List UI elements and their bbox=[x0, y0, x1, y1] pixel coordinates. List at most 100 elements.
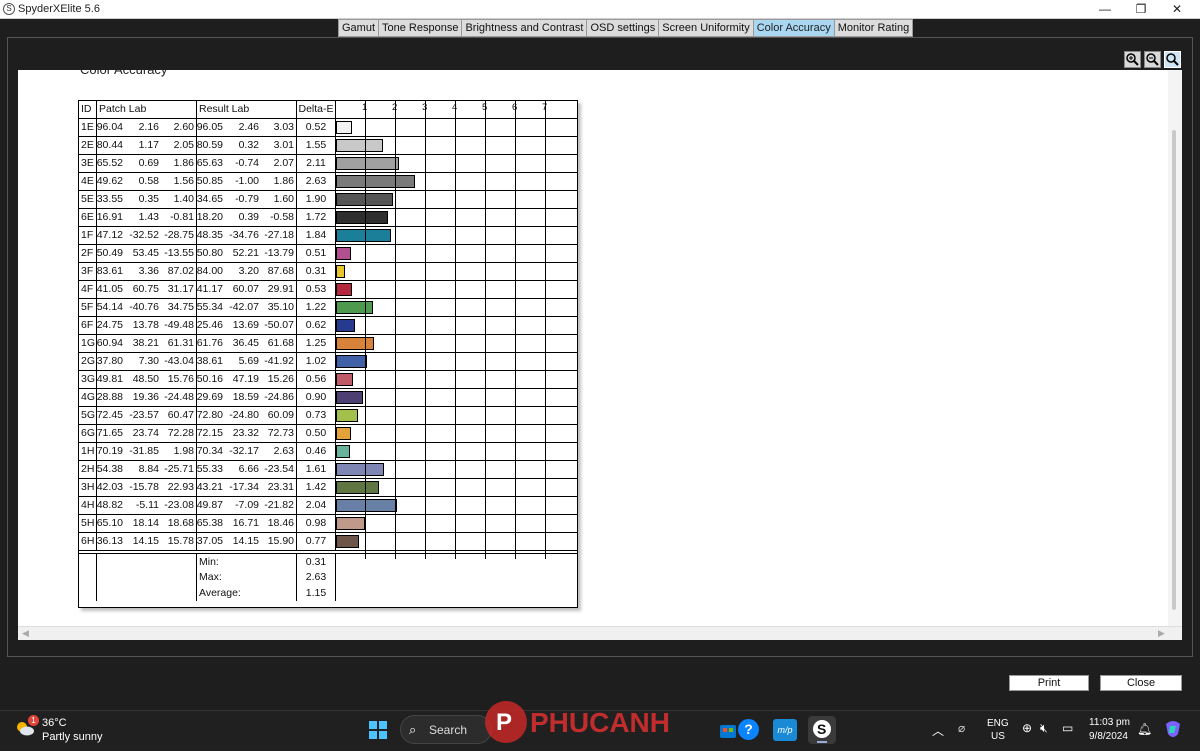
zoom-fit-icon[interactable] bbox=[1164, 51, 1181, 68]
result-lab-value: -23.54 bbox=[264, 463, 294, 475]
patch-id: 3H bbox=[79, 479, 97, 496]
vertical-scroll-thumb[interactable] bbox=[1172, 130, 1176, 610]
language-us[interactable]: US bbox=[991, 731, 1005, 742]
tab-tone-response[interactable]: Tone Response bbox=[379, 20, 463, 36]
summary-empty bbox=[79, 554, 97, 570]
result-lab-value: 72.73 bbox=[267, 427, 294, 439]
result-lab-cell: 72.15 23.32 72.73 bbox=[197, 425, 297, 442]
tab-color-accuracy[interactable]: Color Accuracy bbox=[753, 20, 835, 36]
clock-date[interactable]: 9/8/2024 bbox=[1089, 731, 1128, 742]
patch-lab-value: -49.48 bbox=[164, 319, 194, 331]
patch-id: 3F bbox=[79, 263, 97, 280]
chevron-up-icon[interactable]: ︿ bbox=[932, 722, 944, 739]
close-window-button[interactable]: ✕ bbox=[1159, 0, 1195, 19]
delta-e-bar bbox=[336, 445, 350, 458]
speaker-muted-icon[interactable]: 🔇︎ bbox=[1040, 721, 1048, 736]
clock-time[interactable]: 11:03 pm bbox=[1089, 717, 1130, 728]
spyder-taskbar-icon[interactable]: S bbox=[808, 716, 836, 744]
result-lab-value: -1.00 bbox=[235, 175, 259, 187]
result-lab-cell: 50.16 47.19 15.26 bbox=[197, 371, 297, 388]
delta-e-bar bbox=[336, 499, 398, 512]
vertical-scrollbar[interactable] bbox=[1168, 70, 1182, 626]
tab-brightness-contrast[interactable]: Brightness and Contrast bbox=[462, 20, 588, 36]
zoom-out-icon[interactable] bbox=[1144, 51, 1161, 68]
delta-e-bar bbox=[336, 391, 363, 404]
chart-gridline bbox=[365, 101, 366, 559]
svg-text:PHUCANH: PHUCANH bbox=[530, 707, 670, 738]
result-lab-value: 18.59 bbox=[232, 391, 259, 403]
patch-lab-cell: 33.55 0.35 1.40 bbox=[97, 191, 197, 208]
result-lab-value: 2.63 bbox=[273, 445, 294, 457]
patch-lab-value: -15.78 bbox=[129, 481, 159, 493]
weather-temp[interactable]: 36°C bbox=[42, 717, 67, 729]
patch-lab-value: 48.50 bbox=[132, 373, 159, 385]
weather-desc[interactable]: Partly sunny bbox=[42, 731, 103, 743]
tab-screen-uniformity[interactable]: Screen Uniformity bbox=[659, 20, 754, 36]
chart-gridline bbox=[395, 101, 396, 559]
patch-id: 6F bbox=[79, 317, 97, 334]
delta-e-bar bbox=[336, 175, 415, 188]
network-off-icon[interactable]: ⌀ bbox=[958, 721, 965, 735]
report-tabs: Gamut Tone Response Brightness and Contr… bbox=[338, 19, 914, 37]
result-lab-value: 6.66 bbox=[238, 463, 259, 475]
delta-e-value: 1.42 bbox=[297, 479, 336, 496]
chart-tick-label: 4 bbox=[452, 102, 458, 113]
patch-lab-cell: 16.91 1.43 -0.81 bbox=[97, 209, 197, 226]
copilot-icon[interactable] bbox=[1162, 718, 1184, 740]
close-button[interactable]: Close bbox=[1100, 675, 1182, 691]
result-lab-value: -0.79 bbox=[235, 193, 259, 205]
delta-e-bar bbox=[336, 535, 360, 548]
zoom-in-icon[interactable] bbox=[1124, 51, 1141, 68]
window-title: SpyderXElite 5.6 bbox=[18, 3, 100, 15]
result-lab-value: 3.03 bbox=[273, 121, 294, 133]
app-mhp-icon[interactable]: m/p bbox=[773, 719, 797, 741]
delta-e-bar bbox=[336, 301, 373, 314]
result-lab-value: -0.74 bbox=[235, 157, 259, 169]
result-lab-value: 23.32 bbox=[232, 427, 259, 439]
battery-icon[interactable]: ▭ bbox=[1062, 721, 1073, 735]
patch-lab-value: -5.11 bbox=[135, 499, 159, 511]
result-lab-value: 16.71 bbox=[232, 517, 259, 529]
chart-gridline bbox=[425, 101, 426, 559]
notification-bell-icon[interactable]: 🔔︎ bbox=[1137, 722, 1152, 736]
tab-osd-settings[interactable]: OSD settings bbox=[587, 20, 660, 36]
patch-lab-value: -23.57 bbox=[129, 409, 159, 421]
patch-id: 2H bbox=[79, 461, 97, 478]
chart-tick-label: 6 bbox=[512, 102, 518, 113]
restore-button[interactable]: ❐ bbox=[1123, 0, 1159, 19]
patch-lab-cell: 72.45 -23.57 60.47 bbox=[97, 407, 197, 424]
search-icon: ⌕ bbox=[409, 722, 417, 737]
patch-id: 2G bbox=[79, 353, 97, 370]
patch-lab-value: -43.04 bbox=[164, 355, 194, 367]
patch-lab-value: 0.58 bbox=[138, 175, 159, 187]
patch-lab-value: -31.85 bbox=[129, 445, 159, 457]
scroll-right-icon[interactable]: ▶ bbox=[1158, 628, 1165, 639]
patch-id: 4E bbox=[79, 173, 97, 190]
language-eng[interactable]: ENG bbox=[987, 718, 1009, 729]
wifi-globe-icon[interactable]: ⊕ bbox=[1022, 721, 1032, 735]
delta-e-bar bbox=[336, 319, 355, 332]
minimize-button[interactable]: — bbox=[1087, 0, 1123, 19]
header-delta-e: Delta-E bbox=[297, 101, 336, 118]
store-icon[interactable] bbox=[718, 720, 738, 740]
patch-id: 4H bbox=[79, 497, 97, 514]
result-lab-value: 0.39 bbox=[238, 211, 259, 223]
patch-lab-value: -13.55 bbox=[164, 247, 194, 259]
patch-lab-value: 2.16 bbox=[138, 121, 159, 133]
tab-gamut[interactable]: Gamut bbox=[339, 20, 380, 36]
scroll-left-icon[interactable]: ◀ bbox=[22, 628, 29, 639]
print-button[interactable]: Print bbox=[1009, 675, 1089, 691]
delta-e-bar bbox=[336, 409, 358, 422]
windows-start-icon[interactable] bbox=[368, 720, 388, 740]
summary-row: Min: 0.31 bbox=[79, 553, 577, 570]
patch-lab-value: 87.02 bbox=[167, 265, 194, 277]
delta-e-value: 0.51 bbox=[297, 245, 336, 262]
help-icon[interactable]: ? bbox=[738, 719, 759, 740]
tab-monitor-rating[interactable]: Monitor Rating bbox=[835, 20, 913, 36]
patch-lab-value: -28.75 bbox=[164, 229, 194, 241]
horizontal-scrollbar[interactable]: ◀ ▶ bbox=[18, 626, 1182, 640]
result-lab-cell: 43.21 -17.34 23.31 bbox=[197, 479, 297, 496]
result-lab-value: 2.46 bbox=[238, 121, 259, 133]
delta-e-bar bbox=[336, 463, 385, 476]
delta-e-bar bbox=[336, 157, 400, 170]
